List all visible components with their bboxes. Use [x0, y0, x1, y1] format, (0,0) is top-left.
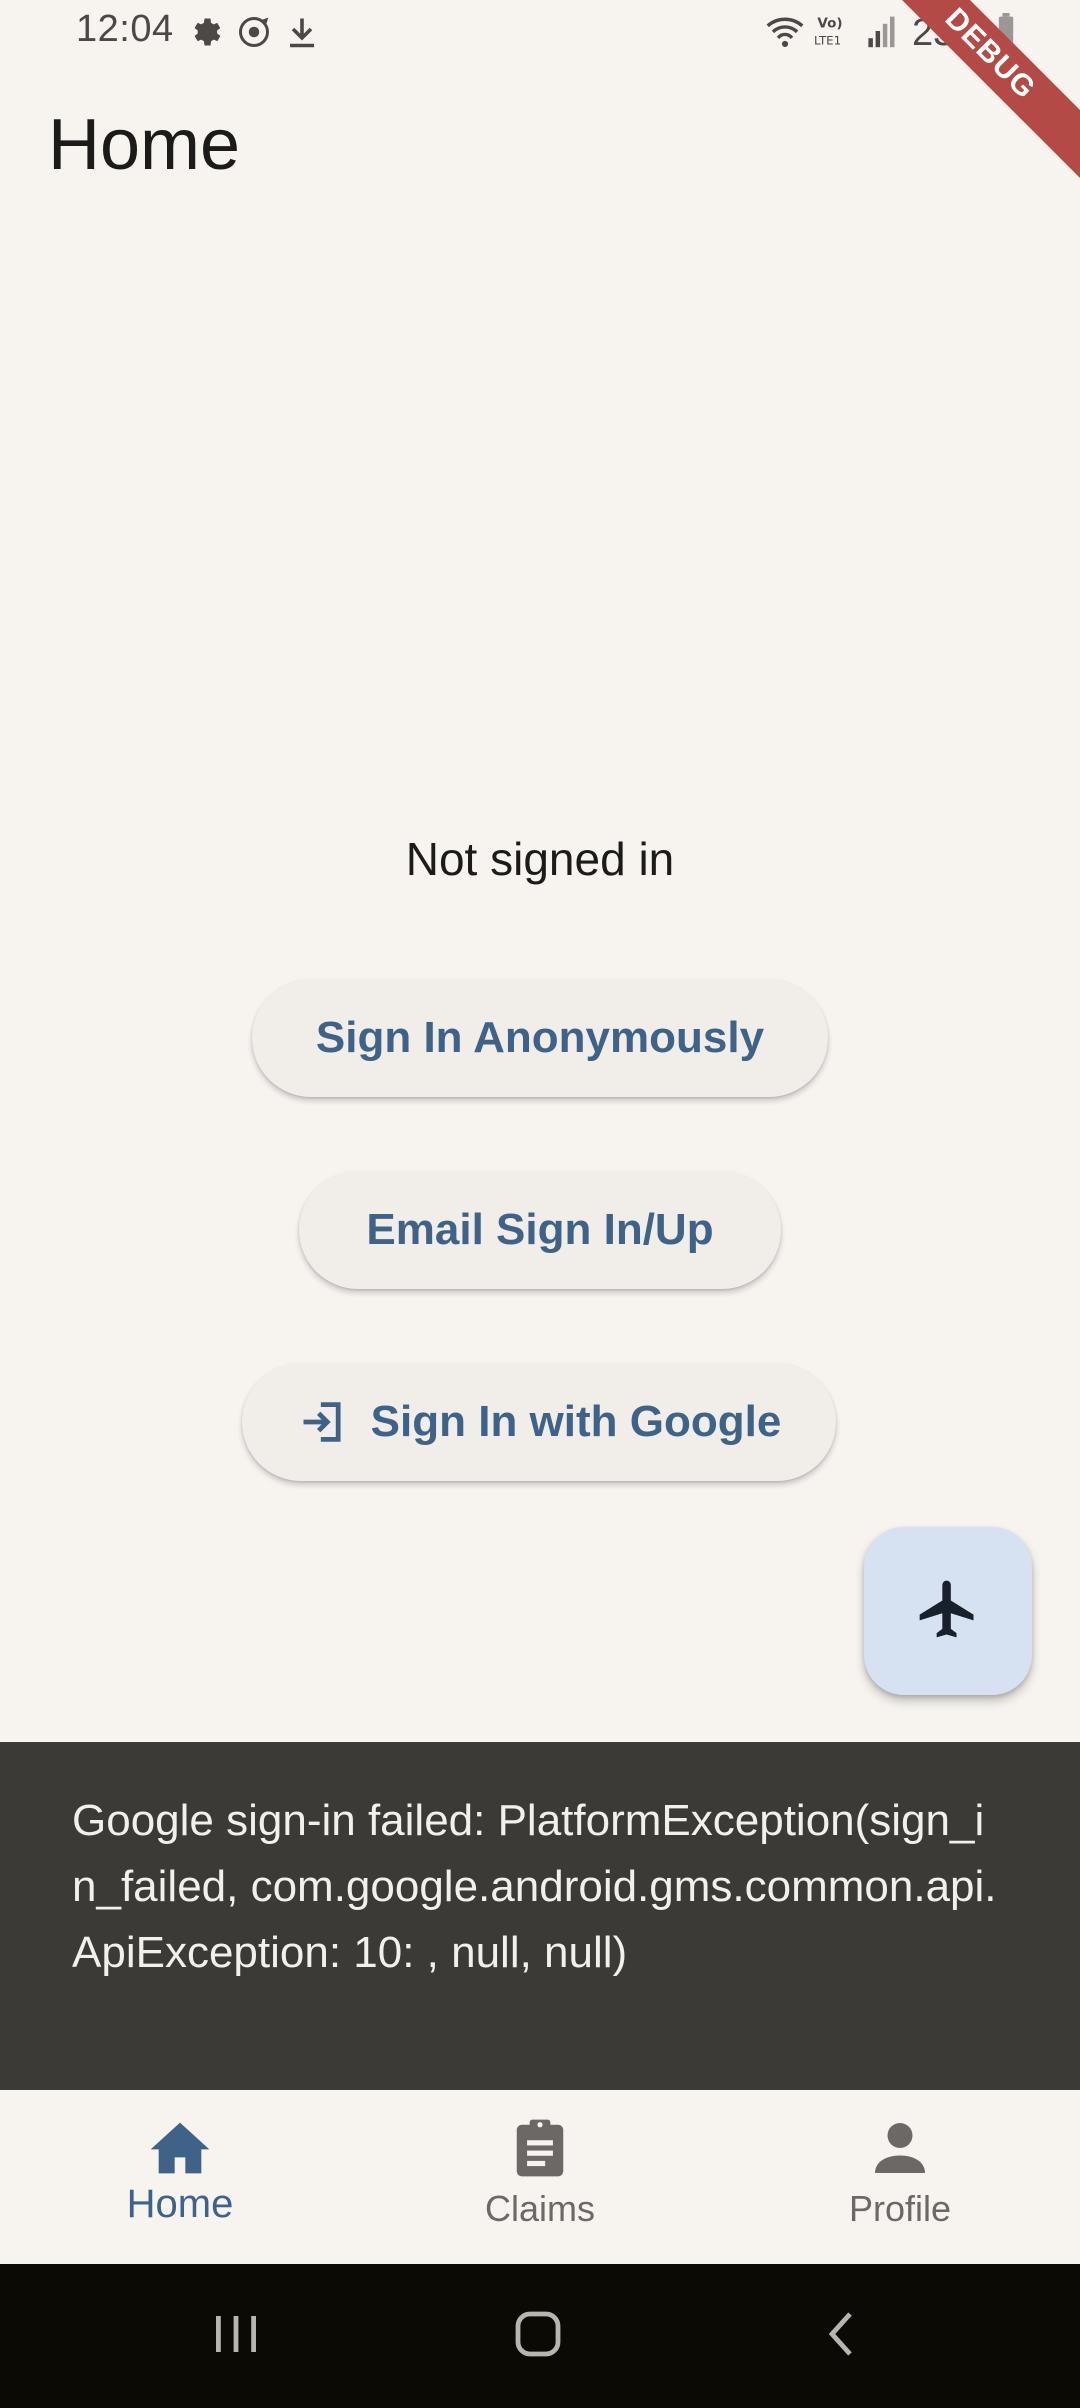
email-sign-in-button[interactable]: Email Sign In/Up — [299, 1171, 781, 1289]
auth-status-text: Not signed in — [405, 833, 675, 885]
wifi-icon — [764, 12, 806, 55]
google-sign-in-button[interactable]: Sign In with Google — [242, 1363, 836, 1481]
bottom-navigation: Home Claims Profile — [0, 2090, 1080, 2264]
status-icons-left — [188, 14, 320, 55]
back-icon — [816, 2308, 868, 2365]
error-snackbar: Google sign-in failed: PlatformException… — [0, 1742, 1080, 2090]
volte-icon: Vo) LTE1 — [814, 12, 858, 55]
home-outline-icon — [512, 2308, 564, 2365]
clipboard-icon — [510, 2116, 570, 2180]
page-title: Home — [48, 105, 241, 185]
nav-label-claims: Claims — [484, 2188, 595, 2229]
google-sign-in-label: Sign In with Google — [370, 1397, 782, 1446]
nav-item-home[interactable]: Home — [0, 2090, 360, 2264]
email-sign-in-label: Email Sign In/Up — [366, 1205, 714, 1254]
recents-button[interactable] — [196, 2304, 276, 2368]
settings-icon — [188, 14, 224, 55]
snackbar-message: Google sign-in failed: PlatformException… — [72, 1796, 997, 1977]
recents-icon — [210, 2308, 262, 2365]
svg-text:Vo): Vo) — [817, 16, 842, 32]
nav-label-home: Home — [126, 2182, 234, 2226]
system-home-button[interactable] — [498, 2304, 578, 2368]
download-icon — [284, 14, 320, 55]
login-icon — [297, 1396, 349, 1448]
person-icon — [870, 2116, 930, 2180]
svg-text:LTE1: LTE1 — [814, 34, 841, 48]
airplane-icon — [914, 1575, 982, 1648]
status-time: 12:04 — [76, 8, 174, 50]
nav-item-claims[interactable]: Claims — [360, 2090, 720, 2264]
fab-button[interactable] — [864, 1527, 1032, 1695]
sign-in-anonymously-label: Sign In Anonymously — [315, 1013, 765, 1062]
home-icon — [148, 2116, 212, 2180]
nav-item-profile[interactable]: Profile — [720, 2090, 1080, 2264]
nav-label-profile: Profile — [848, 2188, 952, 2229]
back-button[interactable] — [802, 2304, 882, 2368]
system-navigation-bar — [0, 2264, 1080, 2408]
sign-in-anonymously-button[interactable]: Sign In Anonymously — [252, 979, 828, 1097]
signal-icon — [866, 13, 896, 54]
sync-icon — [236, 14, 272, 55]
